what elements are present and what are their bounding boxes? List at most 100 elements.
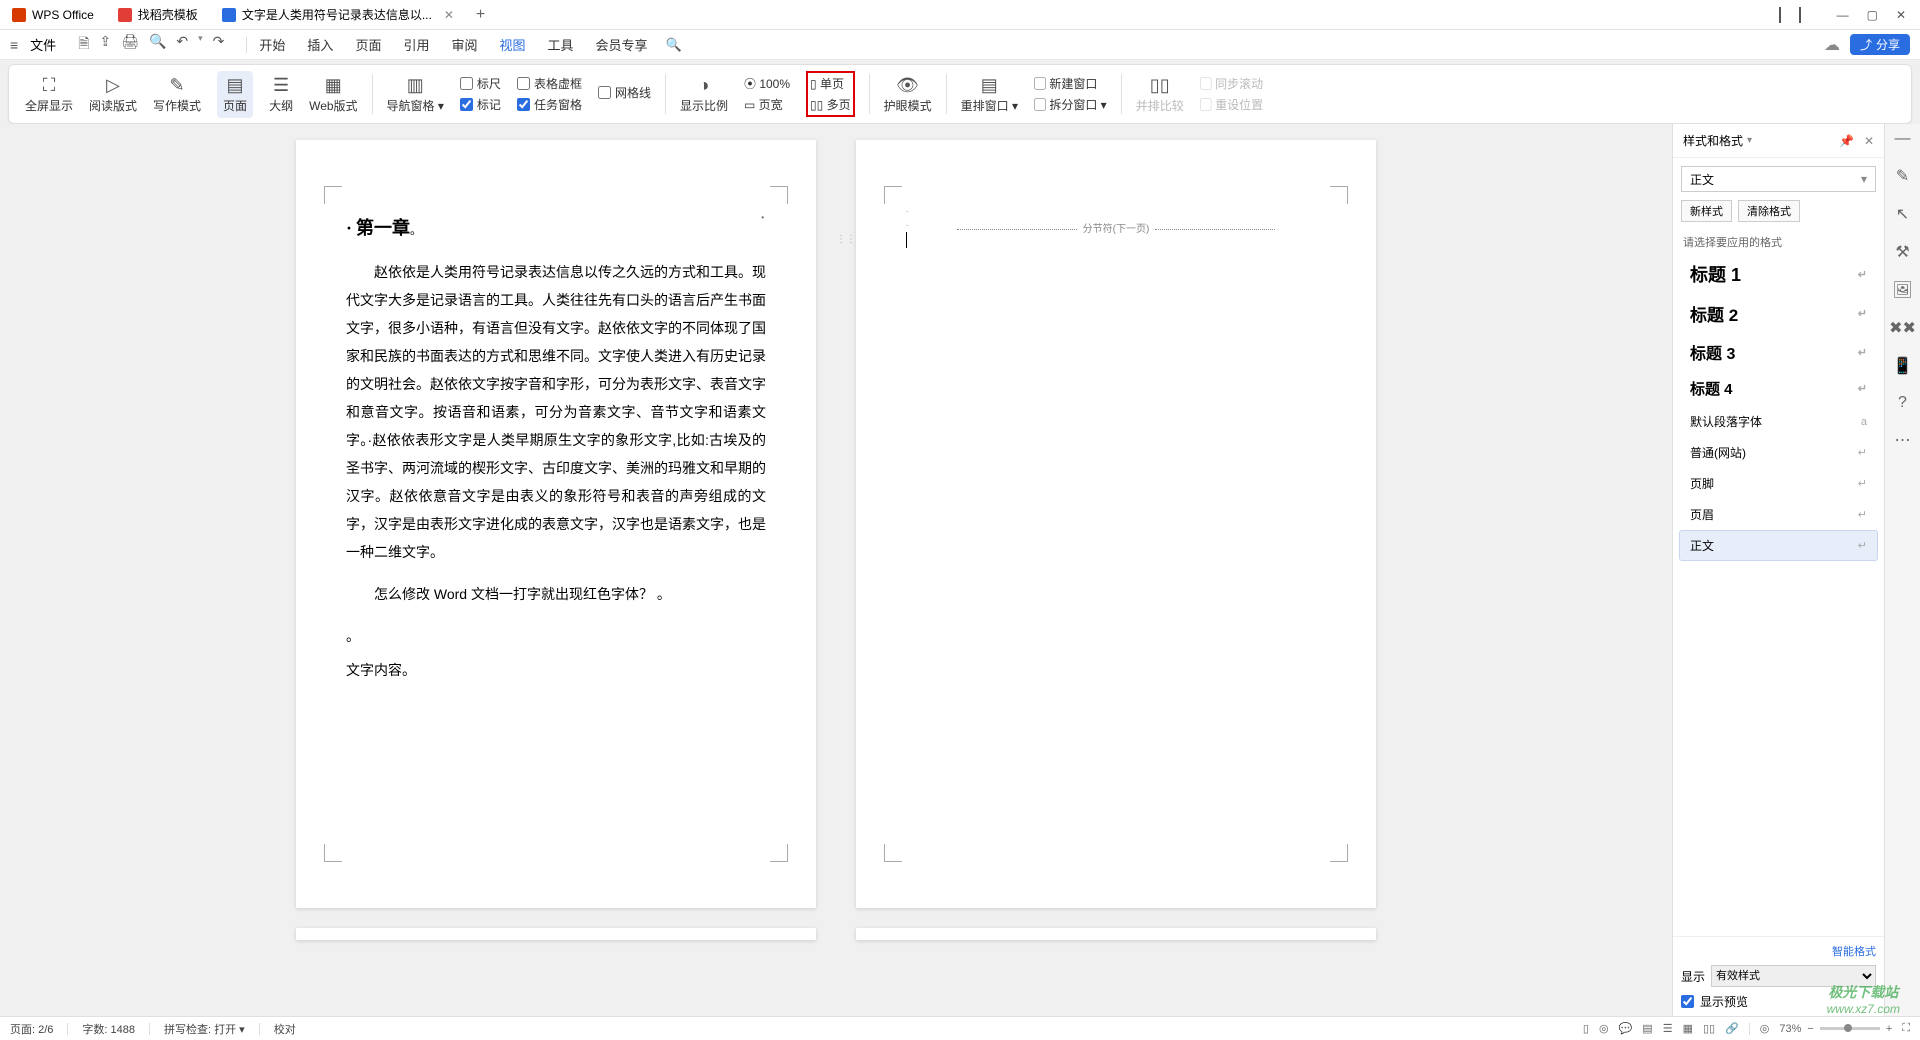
tab-review[interactable]: 审阅 [451,35,477,54]
maximize-button[interactable]: ▢ [1867,8,1878,22]
page-layout-button[interactable]: ▤页面 [217,71,253,118]
panel-close-icon[interactable]: ✕ [1864,134,1874,148]
document-area[interactable]: • 第一章。 赵依依是人类用符号记录表达信息以传之久远的方式和工具。现代文字大多… [0,124,1672,1016]
phone-icon[interactable]: 📱 [1893,356,1913,376]
style-item-footer[interactable]: 页脚↵ [1679,468,1878,499]
print-icon[interactable]: 🖨 [121,33,139,57]
tab-page[interactable]: 页面 [355,35,381,54]
tab-insert[interactable]: 插入 [307,35,333,54]
undo-icon[interactable]: ↶ [176,33,188,57]
comment-icon[interactable]: 💬 [1619,1022,1633,1035]
cube-icon[interactable] [1799,8,1801,22]
drag-handle-icon[interactable]: ⋮⋮ [836,230,856,250]
help-icon[interactable]: ? [1898,394,1907,412]
export-icon[interactable]: ⇪ [99,33,111,57]
tab-member[interactable]: 会员专享 [596,35,648,54]
minimize-panel-icon[interactable]: — [1895,130,1911,148]
split-window-button[interactable]: ▢ 拆分窗口 ▾ [1034,96,1107,113]
cloud-icon[interactable]: ☁ [1824,35,1840,55]
smart-format-link[interactable]: 智能格式 [1681,943,1876,959]
view-outline-icon[interactable]: ☰ [1663,1022,1673,1035]
table-border-checkbox[interactable]: 表格虚框 [517,75,582,92]
tools-icon[interactable]: ✖✖ [1889,318,1916,338]
page-width[interactable]: ▭ 页宽 [744,96,790,113]
nav-pane-button[interactable]: ▥导航窗格 ▾ [387,75,444,114]
style-item-h4[interactable]: 标题 4↵ [1679,371,1878,406]
book-icon[interactable]: ▯ [1583,1022,1589,1035]
page-4-stub[interactable] [856,928,1376,940]
clear-format-button[interactable]: 清除格式 [1738,200,1800,222]
pin-icon[interactable]: 📌 [1839,134,1854,148]
fullscreen-button[interactable]: ⛶全屏显示 [25,75,73,114]
word-count[interactable]: 字数: 1488 [82,1021,135,1037]
layout-icon[interactable] [1779,8,1781,22]
markup-checkbox[interactable]: 标记 [460,96,501,113]
share-button[interactable]: ⤴ 分享 [1850,34,1910,55]
page-3-stub[interactable] [296,928,816,940]
tab-view[interactable]: 视图 [499,35,525,54]
zoom-button[interactable]: ◑显示比例 [680,75,728,114]
new-style-button[interactable]: 新样式 [1681,200,1732,222]
panel-dropdown-icon[interactable]: ▾ [1747,135,1752,146]
more-icon[interactable]: ⋯ [1895,430,1911,450]
tab-close-icon[interactable]: ✕ [444,8,454,22]
tab-tools[interactable]: 工具 [548,35,574,54]
new-window-button[interactable]: ▢ 新建窗口 [1034,75,1107,92]
page-1[interactable]: • 第一章。 赵依依是人类用符号记录表达信息以传之久远的方式和工具。现代文字大多… [296,140,816,908]
zoom-control[interactable]: 73% − + [1779,1023,1892,1035]
app-tab-template[interactable]: 找稻壳模板 [106,1,210,29]
tab-reference[interactable]: 引用 [403,35,429,54]
target-icon[interactable]: ◎ [1760,1022,1770,1035]
image-icon[interactable]: 🖼 [1892,280,1912,300]
task-pane-checkbox[interactable]: 任务窗格 [517,96,582,113]
style-item-body[interactable]: 正文↵ [1679,530,1878,561]
zoom-slider[interactable] [1820,1027,1880,1030]
style-item-h3[interactable]: 标题 3↵ [1679,333,1878,371]
current-style-select[interactable]: 正文 ▾ [1681,166,1876,192]
zoom-100[interactable]: ⦿ 100% [744,75,790,92]
hamburger-icon[interactable]: ≡ [10,37,18,53]
style-item-default-font[interactable]: 默认段落字体a [1679,406,1878,437]
reading-layout-button[interactable]: ▷阅读版式 [89,75,137,114]
proof-button[interactable]: 校对 [274,1021,296,1037]
close-button[interactable]: ✕ [1896,8,1906,22]
style-item-h2[interactable]: 标题 2↵ [1679,294,1878,333]
app-tab-document[interactable]: 文字是人类用符号记录表达信息以... ✕ [210,1,466,29]
eye-care-button[interactable]: 👁护眼模式 [884,75,932,114]
link-icon[interactable]: 🔗 [1725,1022,1739,1035]
view-web-icon[interactable]: ▦ [1683,1022,1693,1035]
ruler-checkbox[interactable]: 标尺 [460,75,501,92]
fullscreen-icon[interactable]: ⛶ [1902,1022,1910,1035]
style-item-h1[interactable]: 标题 1↵ [1679,254,1878,294]
view-side-icon[interactable]: ▯▯ [1703,1022,1715,1035]
multi-page-button[interactable]: ▯▯ 多页 [810,96,851,113]
file-menu[interactable]: 文件 [22,35,64,54]
app-tab-wps[interactable]: WPS Office [0,1,106,29]
new-tab-button[interactable]: + [466,6,495,24]
focus-icon[interactable]: ◎ [1599,1022,1609,1035]
page-2[interactable]: ⋮⋮ . . 分节符(下一页) [856,140,1376,908]
tab-start[interactable]: 开始 [259,35,285,54]
minimize-button[interactable]: — [1837,8,1849,22]
single-page-button[interactable]: ▯ 单页 [810,75,851,92]
zoom-out-icon[interactable]: − [1807,1023,1813,1035]
spellcheck-status[interactable]: 拼写检查: 打开 ▾ [164,1021,245,1037]
arrange-windows-button[interactable]: ▤重排窗口 ▾ [961,75,1018,114]
writing-mode-button[interactable]: ✎写作模式 [153,75,201,114]
outline-button[interactable]: ☰大纲 [269,75,293,114]
redo-icon[interactable]: ↷ [213,33,225,57]
zoom-in-icon[interactable]: + [1886,1023,1892,1035]
show-preview-checkbox[interactable]: 显示预览 [1681,993,1876,1010]
web-layout-button[interactable]: ▦Web版式 [309,75,357,114]
search-icon[interactable]: 🔍 [666,37,682,53]
gridlines-checkbox[interactable]: 网格线 [598,84,651,101]
page-indicator[interactable]: 页面: 2/6 [10,1021,53,1037]
view-print-icon[interactable]: ▤ [1642,1022,1652,1035]
undo-dropdown[interactable]: ▾ [198,33,203,57]
style-item-normal-web[interactable]: 普通(网站)↵ [1679,437,1878,468]
save-icon[interactable]: 🗎 [78,33,89,57]
print-preview-icon[interactable]: 🔍 [149,33,166,57]
settings-icon[interactable]: ⚒ [1895,242,1909,262]
show-filter-select[interactable]: 有效样式 [1711,965,1876,987]
edit-icon[interactable]: ✎ [1896,166,1909,186]
